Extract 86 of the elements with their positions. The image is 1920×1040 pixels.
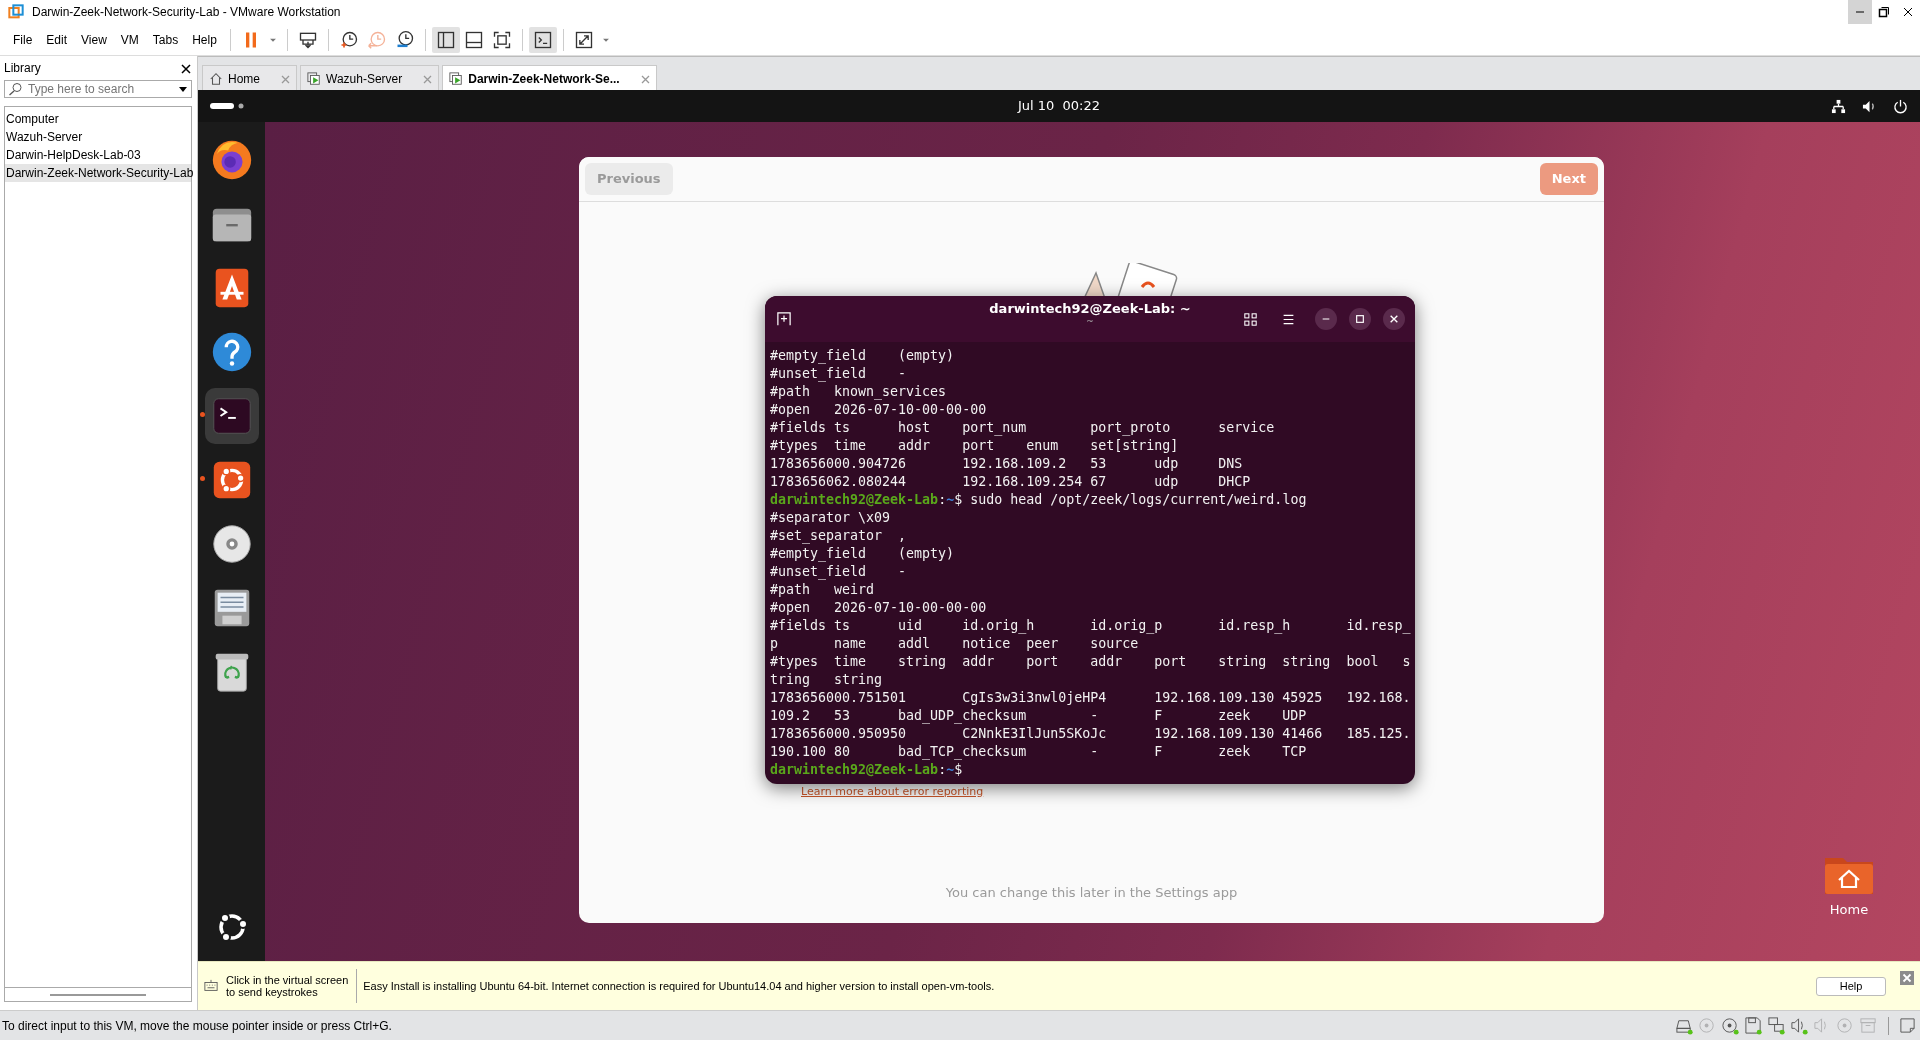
terminal-line: #types time addr port enum set[string] bbox=[770, 437, 1180, 455]
help-button[interactable]: Help bbox=[1816, 976, 1886, 996]
menu-item[interactable]: Edit bbox=[39, 30, 75, 49]
close-icon bbox=[1902, 6, 1914, 18]
search-icon bbox=[8, 82, 22, 96]
stretch-icon bbox=[573, 29, 594, 50]
menu-icon bbox=[1281, 312, 1295, 326]
terminal-line: #open 2026-07-10-00-00-00 bbox=[770, 401, 988, 419]
network-icon[interactable] bbox=[1831, 98, 1846, 114]
library-view-button[interactable] bbox=[431, 26, 460, 53]
tab[interactable]: Home bbox=[202, 65, 297, 91]
terminal-line: 1783656062.080244 192.168.109.254 67 udp DHCP bbox=[770, 473, 1252, 491]
volume-icon[interactable] bbox=[1862, 98, 1877, 114]
terminal-line: #fields ts uid id.orig_h id.orig_p id.resp_h id.resp_ bbox=[770, 617, 1410, 635]
window-title: darwintech92@Zeek-Lab: ~ bbox=[989, 302, 1191, 316]
terminal-line: darwintech92@Zeek-Lab:~$ bbox=[770, 761, 964, 779]
menu-item[interactable]: Help bbox=[185, 30, 224, 49]
terminal-line: 1783656000.904726 192.168.109.2 53 udp DNS bbox=[770, 455, 1244, 473]
info-message: Easy Install is installing Ubuntu 64-bit. Internet connection is required for Ubuntu14.04 and higher version to install open-vm-tools. bbox=[363, 978, 995, 994]
house-icon bbox=[209, 71, 223, 86]
terminal-line: p name addl notice peer source bbox=[770, 635, 1140, 653]
status-text: To direct input to this VM, move the mouse pointer inside or press Ctrl+G. bbox=[2, 1017, 392, 1035]
terminal-line: darwintech92@Zeek-Lab:~$ sudo head /opt/zeek/logs/current/weird.log bbox=[770, 491, 1308, 509]
terminal-line: #empty_field (empty) bbox=[770, 545, 956, 563]
terminal-line: 1783656000.950950 C2NnkE3IlJun5SKoJc 192.168.109.130 41466 185.125. bbox=[770, 725, 1410, 743]
console-view-button[interactable] bbox=[528, 26, 557, 53]
thumbnail-bar-icon bbox=[463, 29, 484, 50]
disc-icon[interactable] bbox=[1721, 1016, 1740, 1035]
library-view-icon bbox=[435, 29, 456, 50]
terminal-line: #path weird bbox=[770, 581, 876, 599]
new-tab-icon[interactable] bbox=[777, 312, 791, 326]
scrollbar[interactable] bbox=[4, 988, 192, 1002]
tree-item[interactable]: Computer bbox=[5, 110, 191, 128]
minimize-button[interactable] bbox=[1848, 0, 1872, 24]
terminal-line: 190.100 80 bad_TCP_checksum - F zeek TCP bbox=[770, 743, 1308, 761]
restore-icon bbox=[1878, 6, 1890, 18]
console-view-icon bbox=[532, 29, 553, 50]
tree-item[interactable]: Wazuh-Server bbox=[5, 128, 191, 146]
close-icon bbox=[1389, 314, 1399, 324]
menu-item[interactable]: VM bbox=[113, 30, 146, 49]
link[interactable]: Learn more about error reporting bbox=[801, 784, 984, 801]
window-subtitle: ~ bbox=[1086, 316, 1094, 326]
tab[interactable]: Wazuh-Server bbox=[300, 65, 440, 91]
terminal-line: #path known_services bbox=[770, 383, 948, 401]
terminal-line: tring string bbox=[770, 671, 884, 689]
speaker-icon[interactable] bbox=[1790, 1016, 1809, 1035]
minimize-button[interactable] bbox=[1315, 308, 1337, 330]
power-icon[interactable] bbox=[1893, 98, 1908, 114]
grid-view-icon bbox=[1243, 312, 1257, 326]
revert-snapshot-icon bbox=[366, 29, 387, 50]
terminal-line: 109.2 53 bad_UDP_checksum - F zeek UDP bbox=[770, 707, 1308, 725]
full-screen-icon bbox=[491, 29, 512, 50]
note-icon[interactable] bbox=[1899, 1017, 1916, 1034]
menu-item[interactable]: Tabs bbox=[145, 30, 186, 49]
maximize-icon bbox=[1355, 314, 1365, 324]
floppy-icon[interactable] bbox=[1744, 1016, 1763, 1035]
terminal-line: #types time string addr port addr port string string bool s bbox=[770, 653, 1410, 671]
terminal-line: #open 2026-07-10-00-00-00 bbox=[770, 599, 988, 617]
terminal-line: 1783656000.751501 CgIs3w3i3nwl0jeHP4 192.168.109.130 45925 192.168. bbox=[770, 689, 1410, 707]
terminal-line: #set_separator , bbox=[770, 527, 908, 545]
app-logo-icon bbox=[8, 4, 24, 20]
terminal-line: #unset_field - bbox=[770, 563, 908, 581]
terminal-line: #unset_field - bbox=[770, 365, 908, 383]
terminal-line: #separator \x09 bbox=[770, 509, 892, 527]
close-button[interactable] bbox=[1383, 308, 1405, 330]
close-icon[interactable] bbox=[181, 63, 191, 74]
workspace-indicator-icon[interactable] bbox=[210, 102, 246, 110]
tree-item[interactable]: Darwin-Zeek-Network-Security-Lab bbox=[5, 164, 191, 182]
terminal-line: #fields ts host port_num port_proto service bbox=[770, 419, 1276, 437]
vm-icon bbox=[449, 71, 464, 86]
terminal-line: #empty_field (empty) bbox=[770, 347, 956, 365]
caret-icon bbox=[178, 84, 188, 94]
hint-text: You can change this later in the Settings app bbox=[944, 883, 1239, 902]
vm-icon bbox=[307, 71, 321, 86]
hint-text: Click in the virtual screen to send keystrokes bbox=[226, 974, 349, 998]
menu-item[interactable]: File bbox=[6, 30, 40, 49]
icon-label[interactable]: Home bbox=[1829, 900, 1869, 920]
menu-item[interactable]: View bbox=[74, 30, 114, 49]
clock[interactable]: Jul 10 00:22 bbox=[1017, 96, 1101, 116]
maximize-button[interactable] bbox=[1349, 308, 1371, 330]
tab[interactable]: Darwin-Zeek-Network-Se... bbox=[442, 65, 657, 91]
search-field[interactable]: Type here to search bbox=[4, 80, 192, 98]
window-title: Darwin-Zeek-Network-Security-Lab - VMware Workstation bbox=[32, 4, 341, 21]
keyboard-icon bbox=[204, 979, 218, 993]
tree-item[interactable]: Darwin-HelpDesk-Lab-03 bbox=[5, 146, 191, 164]
panel-title: Library bbox=[4, 60, 41, 77]
